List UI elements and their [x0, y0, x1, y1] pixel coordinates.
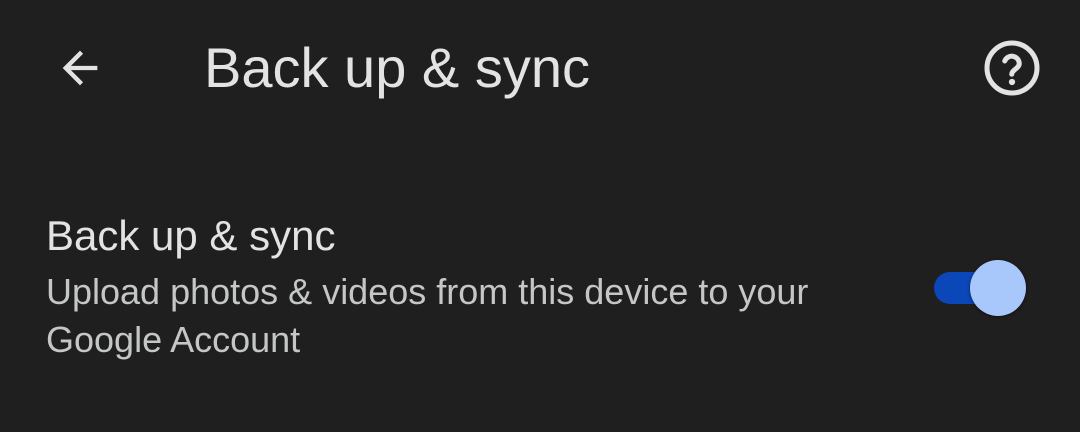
back-button[interactable] — [40, 28, 120, 108]
settings-screen: Back up & sync Back up & sync Upload pho… — [0, 0, 1080, 432]
backup-sync-toggle[interactable] — [934, 260, 1026, 316]
setting-text-block: Back up & sync Upload photos & videos fr… — [46, 210, 846, 364]
arrow-left-icon — [62, 50, 98, 86]
toggle-thumb — [970, 260, 1026, 316]
setting-title: Back up & sync — [46, 212, 336, 259]
setting-description: Upload photos & videos from this device … — [46, 271, 809, 360]
backup-sync-setting-row[interactable]: Back up & sync Upload photos & videos fr… — [0, 200, 1080, 376]
page-title: Back up & sync — [204, 36, 590, 99]
app-bar: Back up & sync — [0, 0, 1080, 136]
help-button[interactable] — [972, 28, 1052, 108]
help-circle-icon — [984, 40, 1040, 96]
